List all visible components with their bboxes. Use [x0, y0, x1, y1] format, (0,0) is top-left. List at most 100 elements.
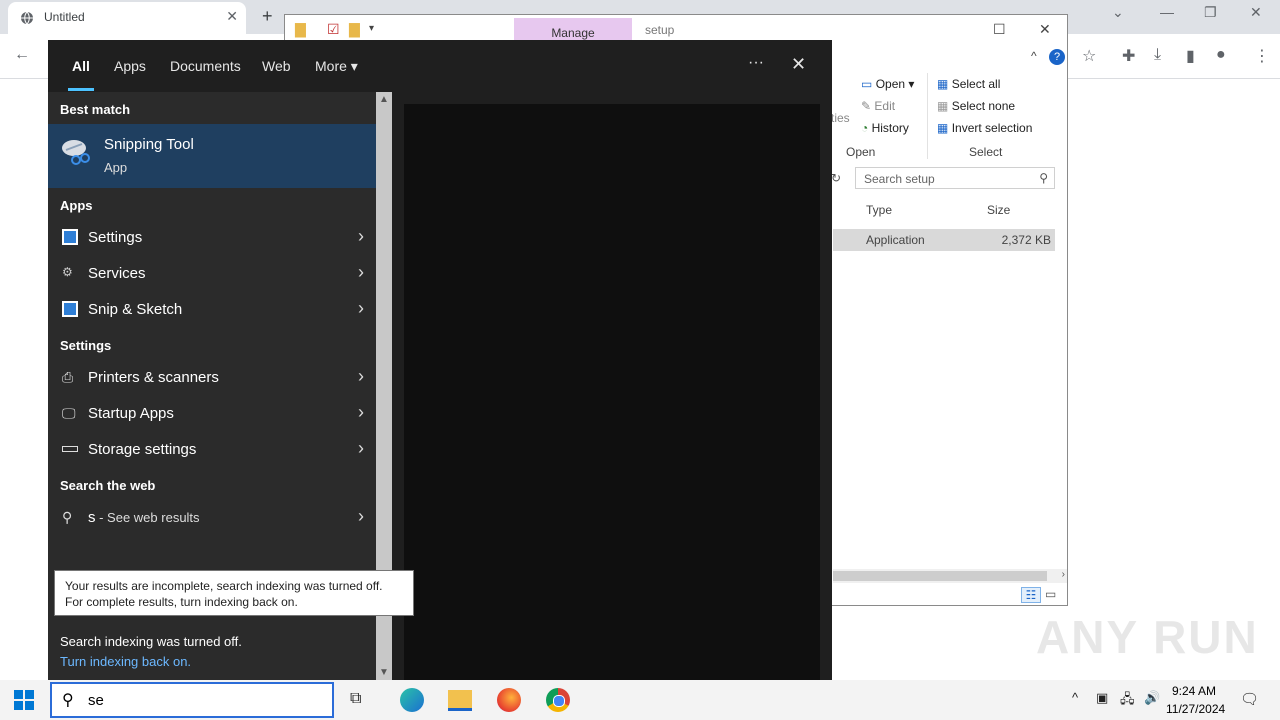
bookmark-star-icon[interactable]: ☆: [1082, 46, 1096, 66]
tab-apps[interactable]: Apps: [114, 58, 146, 74]
explorer-search-box[interactable]: Search setup ⚲: [855, 167, 1055, 189]
active-tab-indicator: [68, 88, 94, 91]
tab-close-icon[interactable]: ✕: [226, 8, 238, 25]
chevron-right-icon[interactable]: ›: [358, 438, 364, 459]
side-panel-icon[interactable]: ▮: [1186, 46, 1195, 66]
tab-more[interactable]: More ▾: [315, 58, 358, 75]
result-services[interactable]: ⚙ Services ›: [48, 256, 376, 292]
turn-indexing-on-link[interactable]: Turn indexing back on.: [60, 654, 191, 669]
clock-time[interactable]: 9:24 AM: [1172, 684, 1216, 698]
open-button[interactable]: ▭ Open ▾: [861, 77, 914, 91]
file-size: 2,372 KB: [1001, 233, 1051, 247]
file-row[interactable]: Application 2,372 KB: [833, 229, 1055, 251]
chrome-taskbar-icon[interactable]: [546, 688, 570, 712]
watermark-logo: ANY RUN: [1036, 611, 1259, 663]
restore-icon[interactable]: ❐: [1204, 4, 1217, 21]
maximize-icon[interactable]: ☐: [993, 21, 1006, 38]
file-type: Application: [866, 233, 925, 247]
history-button[interactable]: ◔ History: [861, 121, 909, 135]
select-group-label: Select: [969, 145, 1003, 159]
device-icon[interactable]: ▣: [1096, 690, 1108, 706]
windows-start-icon[interactable]: [14, 690, 34, 710]
apps-heading: Apps: [60, 198, 93, 213]
extensions-icon[interactable]: ✚: [1122, 46, 1135, 66]
details-view-icon[interactable]: ☷: [1021, 587, 1041, 603]
minimize-icon[interactable]: —: [1160, 4, 1174, 20]
search-icon: ⚲: [62, 692, 74, 709]
edit-icon: ✎: [861, 99, 872, 113]
snip-sketch-icon: [62, 301, 78, 317]
download-icon[interactable]: ⤓: [1154, 46, 1161, 64]
column-header-size[interactable]: Size: [987, 203, 1010, 217]
file-explorer-taskbar-icon[interactable]: [448, 690, 472, 711]
select-none-icon: ▦: [937, 99, 949, 113]
chevron-right-icon[interactable]: ›: [358, 262, 364, 283]
indexing-notice: Search indexing was turned off. Turn ind…: [48, 622, 376, 680]
chrome-tab-title: Untitled: [44, 10, 85, 24]
collapse-ribbon-icon[interactable]: ^: [1031, 49, 1037, 63]
edge-icon[interactable]: [400, 688, 424, 712]
close-icon[interactable]: ✕: [791, 54, 806, 75]
result-web-search[interactable]: ⚲ s - See web results ›: [48, 500, 376, 536]
result-printers-scanners[interactable]: ⎙ Printers & scanners ›: [48, 360, 376, 396]
more-options-icon[interactable]: ···: [748, 54, 764, 72]
network-icon[interactable]: 🖧: [1120, 690, 1135, 712]
result-snip-sketch[interactable]: Snip & Sketch ›: [48, 292, 376, 328]
manage-tab[interactable]: Manage: [514, 18, 632, 42]
explorer-search-placeholder: Search setup: [864, 172, 935, 186]
firefox-icon[interactable]: [497, 688, 521, 712]
ribbon-divider: [927, 73, 928, 159]
indexing-off-text: Search indexing was turned off.: [60, 634, 242, 649]
edit-button[interactable]: ✎ Edit: [861, 99, 895, 113]
tab-all[interactable]: All: [72, 58, 90, 74]
scroll-up-icon[interactable]: ▲: [379, 94, 389, 105]
scroll-down-icon[interactable]: ▼: [379, 667, 389, 678]
globe-icon: [21, 11, 33, 25]
chevron-right-icon[interactable]: ›: [358, 506, 364, 527]
large-icons-view-icon[interactable]: ▭: [1045, 587, 1056, 601]
storage-icon: [62, 446, 78, 452]
chevron-right-icon[interactable]: ›: [358, 226, 364, 247]
monitor-icon: 🖵: [62, 405, 76, 421]
select-none-button[interactable]: ▦ Select none: [937, 99, 1015, 113]
notification-icon[interactable]: 🗨: [1240, 690, 1259, 708]
taskbar-search-input[interactable]: ⚲ se: [50, 682, 334, 718]
horizontal-scrollbar[interactable]: ›: [833, 569, 1067, 583]
back-arrow-icon[interactable]: ←: [14, 46, 30, 64]
incomplete-results-tooltip: Your results are incomplete, search inde…: [54, 570, 414, 616]
invert-selection-button[interactable]: ▦ Invert selection: [937, 121, 1032, 135]
tab-web[interactable]: Web: [262, 58, 291, 74]
close-window-icon[interactable]: ✕: [1250, 4, 1262, 21]
result-startup-apps[interactable]: 🖵 Startup Apps ›: [48, 396, 376, 432]
help-icon[interactable]: ?: [1049, 49, 1065, 65]
best-match-snipping-tool[interactable]: Snipping Tool App: [48, 124, 376, 188]
web-suffix: - See web results: [95, 510, 200, 525]
task-view-icon[interactable]: ⧉: [350, 690, 361, 708]
snipping-tool-icon: [62, 140, 90, 165]
new-folder-icon[interactable]: ▇: [349, 21, 360, 38]
explorer-close-icon[interactable]: ✕: [1039, 21, 1051, 38]
result-settings[interactable]: Settings ›: [48, 220, 376, 256]
chevron-right-icon[interactable]: ›: [358, 298, 364, 319]
qat-dropdown-icon[interactable]: ▾: [369, 23, 374, 34]
search-icon: ⚲: [62, 509, 73, 525]
tab-search-icon[interactable]: ⌄: [1112, 4, 1124, 21]
new-tab-button[interactable]: +: [262, 6, 273, 27]
properties-icon[interactable]: ☑: [327, 21, 340, 38]
result-storage-settings[interactable]: Storage settings ›: [48, 432, 376, 468]
refresh-icon[interactable]: ↻: [831, 171, 841, 185]
volume-icon[interactable]: 🔊: [1144, 690, 1160, 706]
chevron-right-icon[interactable]: ›: [358, 402, 364, 423]
chrome-tab[interactable]: Untitled ✕: [8, 2, 246, 34]
select-all-button[interactable]: ▦ Select all: [937, 77, 1000, 91]
printer-icon: ⎙: [62, 369, 74, 385]
chevron-up-icon[interactable]: ^: [1072, 690, 1078, 705]
chrome-menu-icon[interactable]: ⋮: [1254, 46, 1270, 66]
chevron-right-icon[interactable]: ›: [358, 366, 364, 387]
clock-date[interactable]: 11/27/2024: [1166, 702, 1225, 716]
tab-documents[interactable]: Documents: [170, 58, 241, 74]
column-header-type[interactable]: Type: [866, 203, 892, 217]
settings-heading: Settings: [60, 338, 112, 353]
profile-icon[interactable]: ●: [1216, 46, 1226, 64]
best-match-heading: Best match: [60, 102, 131, 117]
